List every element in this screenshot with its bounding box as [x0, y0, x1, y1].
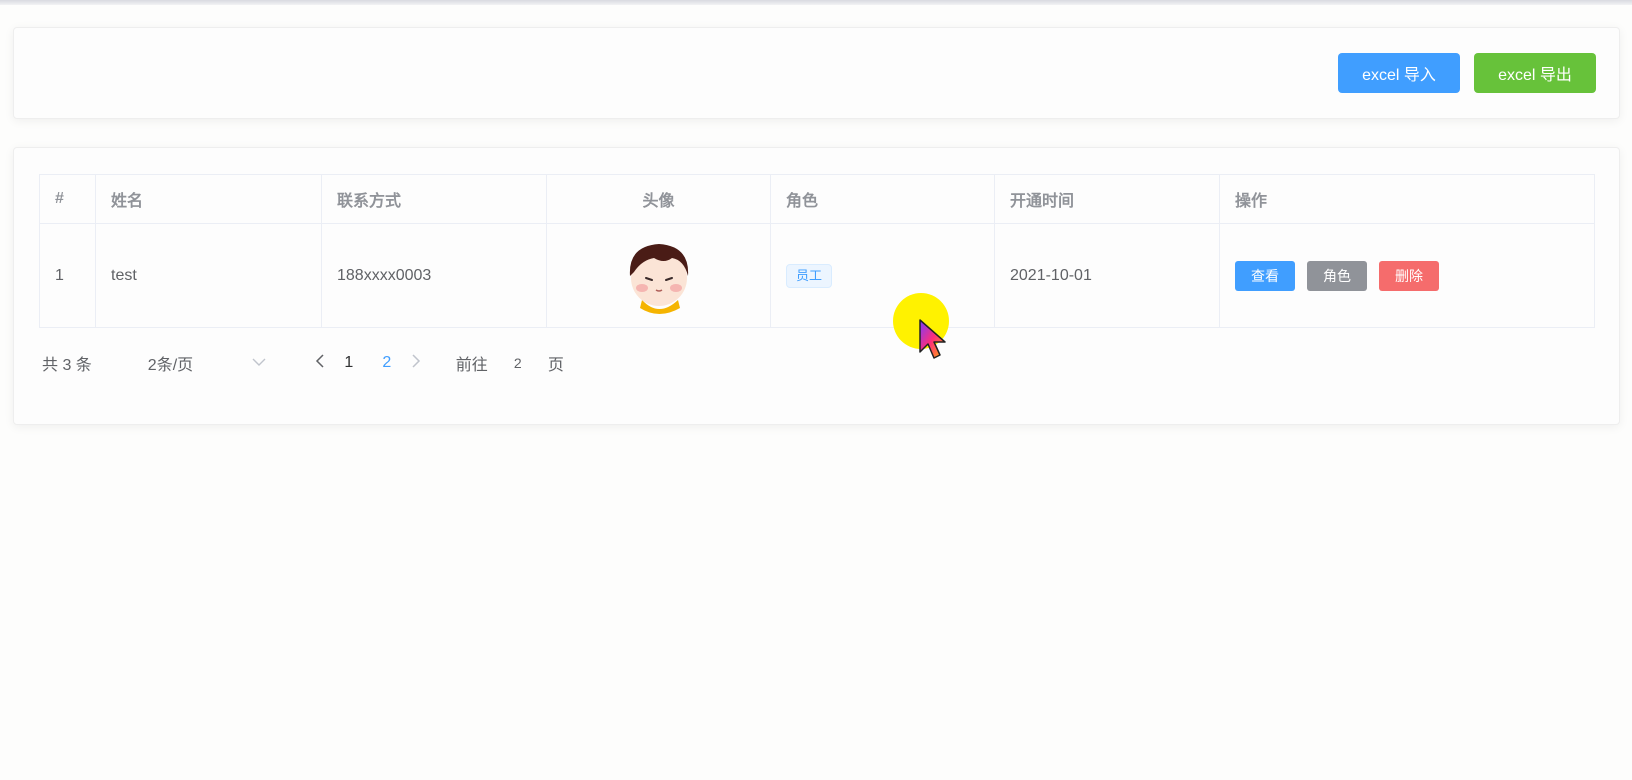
col-header-contact: 联系方式: [321, 174, 547, 224]
col-header-name: 姓名: [95, 174, 322, 224]
goto-label: 前往: [455, 357, 488, 374]
prev-page-icon[interactable]: [310, 353, 330, 373]
table-row: 1 test 188xxxx0003 员工 2021-10-01 查看 角色 删…: [39, 223, 1595, 328]
col-header-avatar: 头像: [546, 174, 771, 224]
page-size-select[interactable]: 2条/页: [148, 351, 266, 375]
cell-index: 1: [39, 223, 96, 328]
cell-avatar: [546, 223, 771, 328]
user-table: # 姓名 联系方式 头像 角色 开通时间 操作 1 test 188xxxx00…: [39, 174, 1595, 328]
top-border: [0, 0, 1632, 5]
delete-button[interactable]: 删除: [1379, 260, 1439, 291]
col-header-role: 角色: [770, 174, 995, 224]
col-header-open-date: 开通时间: [994, 174, 1220, 224]
page-suffix-label: 页: [547, 357, 564, 374]
table-header-row: # 姓名 联系方式 头像 角色 开通时间 操作: [39, 174, 1595, 224]
pagination: 共 3 条 2条/页 1 2 前往 2 页: [42, 348, 564, 378]
cell-actions: 查看 角色 删除: [1219, 223, 1595, 328]
page-number-1[interactable]: 1: [330, 354, 368, 372]
col-header-actions: 操作: [1219, 174, 1595, 224]
chevron-down-icon: [252, 356, 266, 370]
view-button[interactable]: 查看: [1235, 260, 1295, 291]
excel-import-button[interactable]: excel 导入: [1338, 53, 1460, 93]
role-tag: 员工: [786, 263, 833, 288]
cell-open-date: 2021-10-01: [994, 223, 1220, 328]
goto-page-input[interactable]: 2: [488, 355, 548, 371]
pagination-total: 共 3 条: [42, 357, 92, 374]
next-page-icon[interactable]: [406, 353, 426, 373]
avatar-image: [629, 243, 688, 314]
col-header-index: #: [39, 174, 96, 224]
role-button[interactable]: 角色: [1307, 260, 1367, 291]
page-number-2[interactable]: 2: [368, 354, 406, 372]
toolbar-card: excel 导入 excel 导出: [13, 27, 1620, 119]
cell-name: test: [95, 223, 322, 328]
page-size-value: 2条/页: [147, 357, 194, 374]
cell-role: 员工: [770, 223, 995, 328]
cell-contact: 188xxxx0003: [321, 223, 547, 328]
mouse-cursor-icon: [919, 319, 946, 359]
table-card: # 姓名 联系方式 头像 角色 开通时间 操作 1 test 188xxxx00…: [13, 147, 1620, 425]
excel-export-button[interactable]: excel 导出: [1474, 53, 1596, 93]
